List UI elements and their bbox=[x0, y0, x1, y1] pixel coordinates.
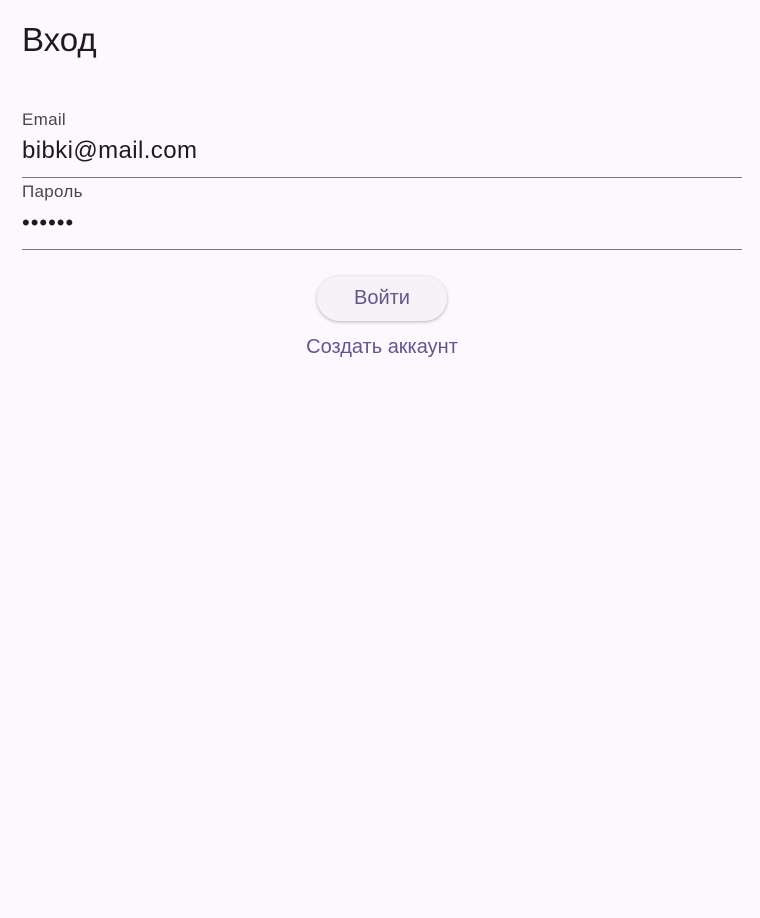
password-field[interactable]: Пароль •••••• bbox=[22, 182, 742, 250]
password-input[interactable]: •••••• bbox=[22, 208, 742, 238]
email-input[interactable]: bibki@mail.com bbox=[22, 136, 742, 166]
password-label: Пароль bbox=[22, 182, 83, 201]
email-label: Email bbox=[22, 110, 67, 129]
create-account-link[interactable]: Создать аккаунт bbox=[0, 334, 760, 360]
login-button[interactable]: Войти bbox=[317, 276, 447, 321]
email-field[interactable]: Email bibki@mail.com bbox=[22, 110, 742, 178]
page-title: Вход bbox=[22, 21, 97, 58]
